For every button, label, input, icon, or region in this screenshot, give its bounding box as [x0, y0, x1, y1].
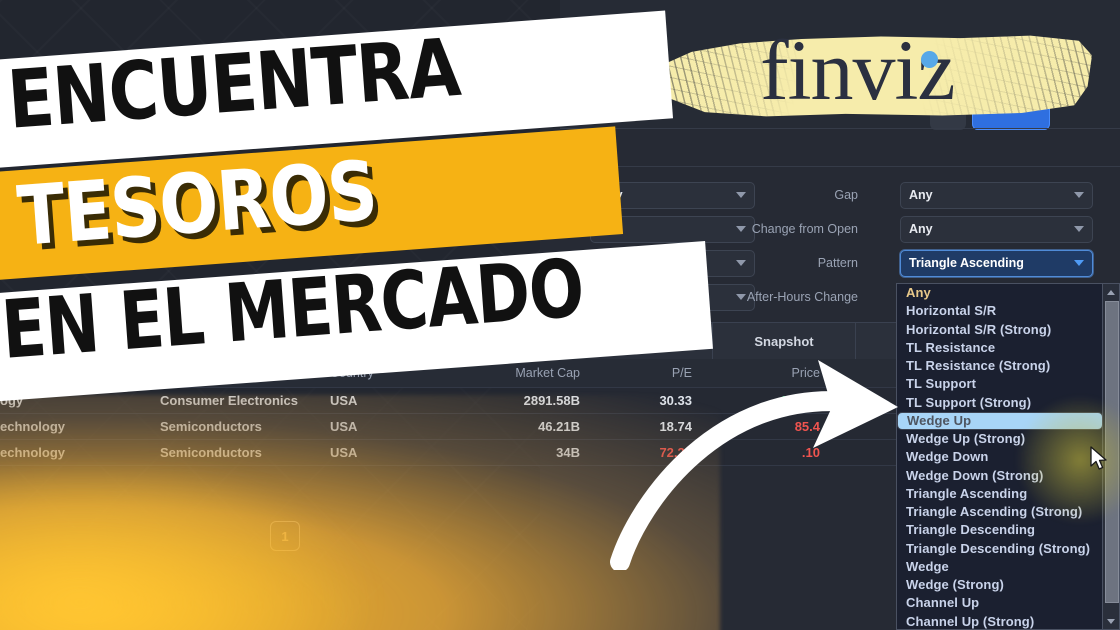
mouse-cursor-icon [1090, 446, 1107, 470]
dropdown-option[interactable]: Channel Up (Strong) [897, 613, 1103, 630]
cell-industry: Consumer Electronics [160, 393, 298, 408]
cell-industry: Semiconductors [160, 419, 262, 434]
gold-gradient-overlay-inner [0, 470, 500, 630]
dropdown-option[interactable]: Horizontal S/R [897, 302, 1103, 320]
filter-label-change-from-open: Change from Open [751, 222, 858, 236]
cell-industry: Semiconductors [160, 445, 262, 460]
scroll-up-arrow-icon[interactable] [1103, 284, 1119, 300]
dropdown-option[interactable]: Triangle Descending (Strong) [897, 540, 1103, 558]
tab-snapshot[interactable]: Snapshot [713, 323, 856, 360]
th-pe[interactable]: P/E [602, 366, 710, 380]
chevron-down-icon [1074, 226, 1084, 232]
filter-select-gap[interactable]: Any [900, 181, 1093, 209]
cell-market-cap: 46.21B [538, 419, 580, 434]
cell-sector: echnology [0, 419, 66, 434]
th-market-cap[interactable]: Market Cap [430, 366, 602, 380]
dropdown-option[interactable]: Channel Up [897, 594, 1103, 612]
filter-row: Any Gap Any [560, 178, 1120, 212]
chevron-down-icon [736, 192, 746, 198]
filter-row: Change from Open Any [560, 212, 1120, 246]
cell-market-cap: 2891.58B [523, 393, 580, 408]
cell-pe: 72.24 [659, 445, 692, 460]
th-price[interactable]: Price [710, 366, 842, 380]
cell-price: 185.92 [780, 393, 820, 408]
dropdown-option[interactable]: Horizontal S/R (Strong) [897, 321, 1103, 339]
filter-value-change-from-open: Any [909, 222, 933, 236]
dropdown-option[interactable]: TL Support [897, 375, 1103, 393]
chevron-down-icon [1074, 192, 1084, 198]
logo-wordmark: finviz [760, 22, 956, 118]
finviz-logo: finviz [652, 27, 1092, 119]
chevron-down-icon [736, 294, 746, 300]
cell-country: USA [330, 445, 358, 460]
filter-label-gap: Gap [834, 188, 858, 202]
filter-label-after-hours-change: After-Hours Change [746, 290, 858, 304]
cell-price: .10 [801, 445, 820, 460]
cell-country: USA [330, 393, 358, 408]
logo-blue-dot-icon [921, 51, 938, 68]
filter-value-pattern: Triangle Ascending [909, 256, 1024, 270]
cell-market-cap: 34B [556, 445, 580, 460]
cell-country: USA [330, 419, 358, 434]
thumbnail-stage: Any Gap Any Change from Open Any [0, 0, 1120, 630]
cell-pe: 18.74 [659, 419, 692, 434]
chevron-down-icon [736, 226, 746, 232]
dropdown-option[interactable]: Any [897, 284, 1103, 302]
cell-pe: 30.33 [659, 393, 692, 408]
filter-select-pattern[interactable]: Triangle Ascending [900, 249, 1093, 277]
chevron-down-icon [736, 260, 746, 266]
filter-value-gap: Any [909, 188, 933, 202]
panel-divider-1 [560, 128, 1120, 129]
chevron-down-icon [1074, 260, 1084, 266]
panel-divider-2 [560, 166, 1120, 167]
cell-price: 85.4 [794, 419, 820, 434]
filter-select-change-from-open[interactable]: Any [900, 215, 1093, 243]
cell-sector: echnology [0, 445, 66, 460]
dropdown-option[interactable]: Wedge [897, 558, 1103, 576]
filter-label-pattern: Pattern [817, 256, 858, 270]
scroll-down-arrow-icon[interactable] [1103, 613, 1119, 629]
dropdown-option[interactable]: Wedge (Strong) [897, 576, 1103, 594]
dropdown-option[interactable]: TL Resistance (Strong) [897, 357, 1103, 375]
dropdown-option[interactable]: TL Resistance [897, 339, 1103, 357]
